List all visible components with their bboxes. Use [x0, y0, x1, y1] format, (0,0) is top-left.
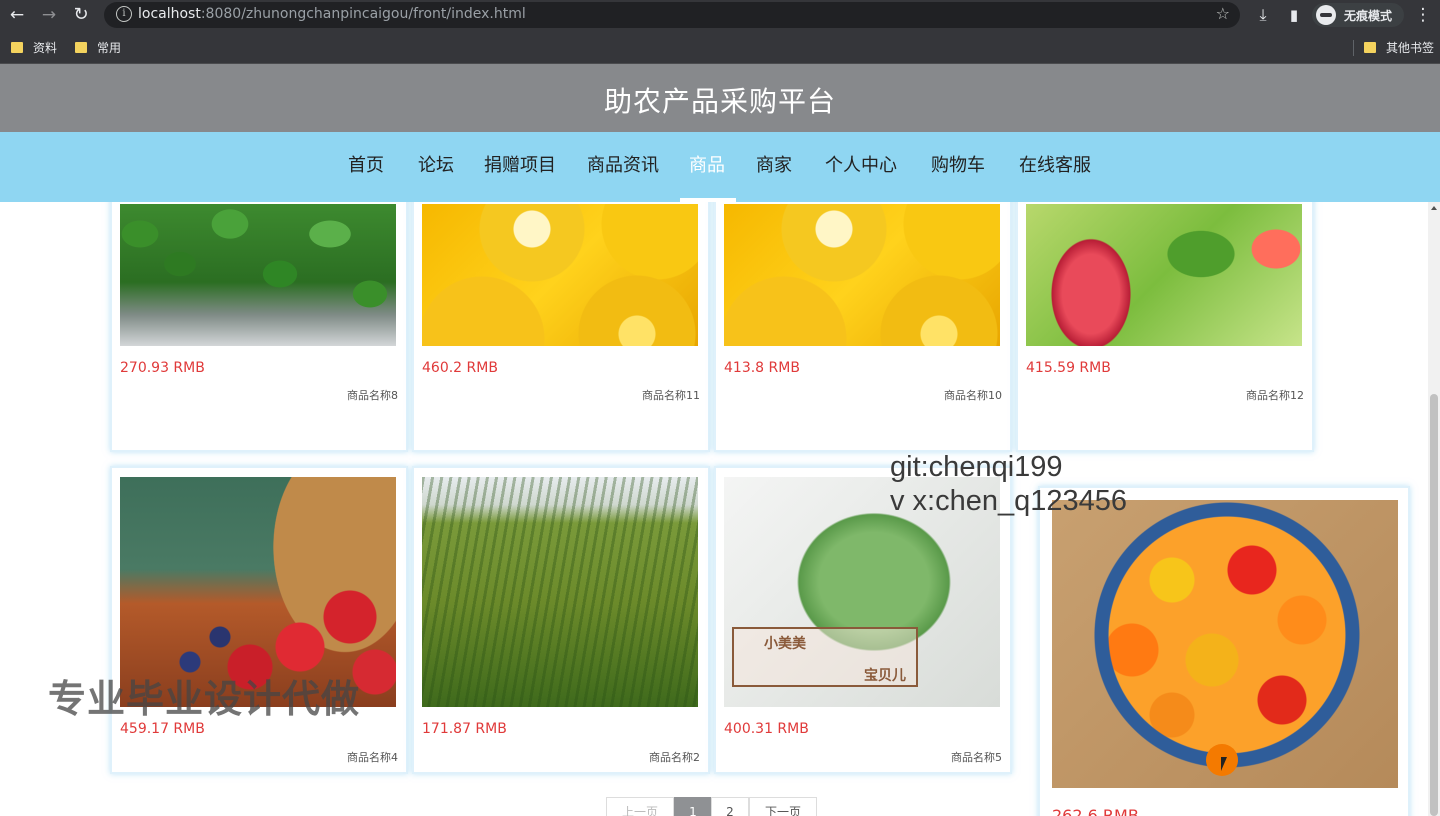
product-card[interactable]: 270.93 RMB 商品名称8: [110, 202, 408, 452]
watermark-wx: v x:chen_q123456: [890, 485, 1128, 517]
url-text[interactable]: localhost:8080/zhunongchanpincaigou/fron…: [138, 6, 526, 22]
pagination-page-1[interactable]: 1: [674, 797, 712, 816]
product-name: 商品名称8: [347, 389, 398, 402]
site-title: 助农产品采购平台: [603, 85, 836, 118]
product-price: 270.93 RMB: [120, 360, 205, 376]
menu-icon[interactable]: ⋮: [1412, 4, 1434, 26]
pagination-prev[interactable]: 上一页: [606, 797, 674, 816]
bookmarks-bar: 资料 常用 其他书签: [0, 30, 1440, 64]
product-name: 商品名称4: [347, 751, 398, 764]
forward-icon[interactable]: →: [38, 4, 60, 26]
product-image[interactable]: [422, 204, 698, 346]
product-image[interactable]: [724, 204, 1000, 346]
product-price: 460.2 RMB: [422, 360, 498, 376]
pagination-page-2[interactable]: 2: [711, 797, 749, 816]
scroll-up-icon[interactable]: [1431, 206, 1437, 210]
bookmark-divider: [1353, 40, 1354, 56]
sidepanel-icon[interactable]: ▮: [1283, 4, 1305, 26]
page-scrollbar[interactable]: [1428, 202, 1440, 816]
product-card[interactable]: 413.8 RMB 商品名称10: [714, 202, 1012, 452]
product-name: 商品名称12: [1246, 389, 1304, 402]
product-card[interactable]: 171.87 RMB 商品名称2: [412, 466, 710, 774]
product-image[interactable]: [1026, 204, 1302, 346]
incognito-badge[interactable]: 无痕模式: [1312, 3, 1404, 27]
info-icon[interactable]: i: [116, 6, 132, 22]
watermark-contact: git:chenqi199 v x:chen_q123456: [890, 450, 1127, 518]
bookmark-item[interactable]: 资料: [11, 39, 57, 56]
incognito-icon: [1316, 5, 1336, 25]
watermark-git: git:chenqi199: [890, 451, 1063, 483]
nav-cart[interactable]: 购物车: [931, 151, 985, 177]
product-price: 415.59 RMB: [1026, 360, 1111, 376]
product-name: 商品名称2: [649, 751, 700, 764]
nav-donation[interactable]: 捐赠项目: [484, 151, 556, 177]
pagination-next[interactable]: 下一页: [749, 797, 817, 816]
nav-personal-center[interactable]: 个人中心: [825, 151, 897, 177]
incognito-label: 无痕模式: [1344, 9, 1393, 23]
folder-icon: [11, 42, 23, 53]
product-name: 商品名称5: [951, 751, 1002, 764]
product-image[interactable]: [422, 477, 698, 707]
url-host: localhost: [138, 6, 201, 22]
product-card[interactable]: 459.17 RMB 商品名称4: [110, 466, 408, 774]
product-price: 262.6 RMB: [1052, 806, 1139, 816]
other-bookmarks-label: 其他书签: [1386, 41, 1435, 55]
nav-products[interactable]: 商品: [689, 151, 725, 177]
product-price: 413.8 RMB: [724, 360, 800, 376]
nav-news[interactable]: 商品资讯: [587, 151, 659, 177]
bookmark-item[interactable]: 常用: [75, 39, 121, 56]
browser-toolbar: ← → ↻ i localhost:8080/zhunongchanpincai…: [0, 0, 1440, 30]
main-nav: 首页 论坛 捐赠项目 商品资讯 商品 商家 个人中心 购物车 在线客服: [0, 132, 1440, 202]
folder-icon: [1364, 42, 1376, 53]
bookmark-label: 资料: [33, 41, 58, 55]
product-card[interactable]: 415.59 RMB 商品名称12: [1016, 202, 1314, 452]
product-price: 400.31 RMB: [724, 721, 809, 737]
product-image[interactable]: [120, 204, 396, 346]
scrollbar-thumb[interactable]: [1430, 394, 1438, 816]
nav-merchants[interactable]: 商家: [756, 151, 792, 177]
product-name: 商品名称11: [642, 389, 700, 402]
product-name: 商品名称10: [944, 389, 1002, 402]
nav-home[interactable]: 首页: [348, 151, 384, 177]
download-icon[interactable]: ⤓: [1252, 4, 1274, 26]
product-list: 270.93 RMB 商品名称8 460.2 RMB 商品名称11 413.8 …: [0, 202, 1428, 816]
star-icon[interactable]: ☆: [1216, 4, 1230, 23]
image-watermark-stamp: 小美美 宝贝儿: [732, 627, 918, 687]
product-card[interactable]: 460.2 RMB 商品名称11: [412, 202, 710, 452]
bookmark-label: 常用: [97, 41, 122, 55]
back-icon[interactable]: ←: [6, 4, 28, 26]
url-path: :8080/zhunongchanpincaigou/front/index.h…: [200, 6, 526, 22]
reload-icon[interactable]: ↻: [70, 4, 92, 26]
watermark-banner: 专业毕业设计代做: [48, 677, 361, 721]
folder-icon: [75, 42, 87, 53]
nav-customer-service[interactable]: 在线客服: [1019, 151, 1091, 177]
product-price: 171.87 RMB: [422, 721, 507, 737]
other-bookmarks[interactable]: 其他书签: [1364, 39, 1434, 56]
address-bar[interactable]: i localhost:8080/zhunongchanpincaigou/fr…: [104, 2, 1240, 28]
nav-forum[interactable]: 论坛: [418, 151, 454, 177]
cursor-icon: [1221, 757, 1227, 771]
product-price: 459.17 RMB: [120, 721, 205, 737]
site-header: 助农产品采购平台: [0, 64, 1440, 132]
